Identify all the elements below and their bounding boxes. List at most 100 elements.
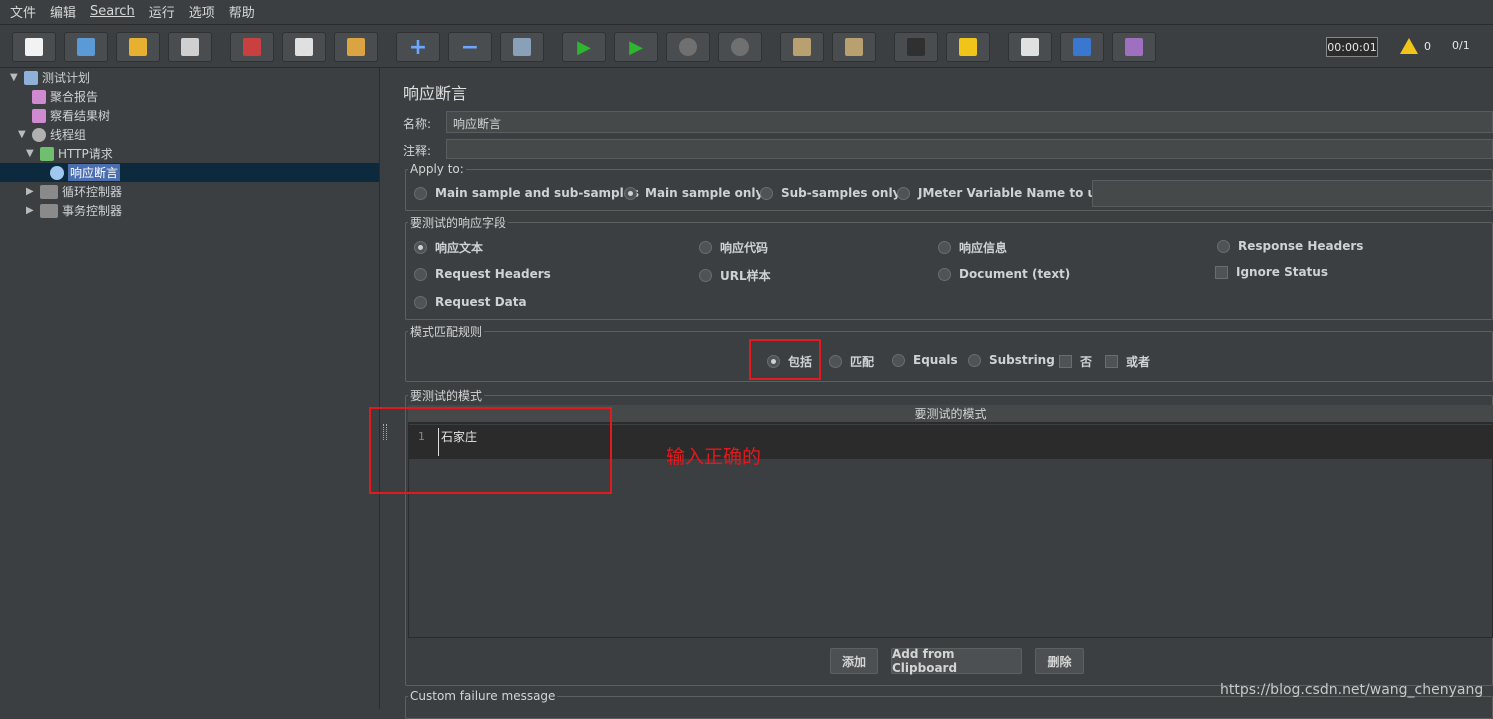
help-button[interactable]: [1060, 32, 1104, 62]
wand-icon: [513, 38, 531, 56]
apply-jmeter-variable-radio[interactable]: JMeter Variable Name to use: [897, 186, 1111, 200]
field-response-headers-radio[interactable]: Response Headers: [1217, 239, 1363, 253]
add-button[interactable]: 添加: [830, 648, 878, 674]
collapsed-arrow-icon[interactable]: ▶: [26, 186, 36, 197]
paste-button[interactable]: [334, 32, 378, 62]
delete-button[interactable]: 删除: [1035, 648, 1084, 674]
remote-button[interactable]: [1112, 32, 1156, 62]
rule-substring-radio[interactable]: Substring: [968, 353, 1055, 367]
field-document-text-radio[interactable]: Document (text): [938, 267, 1070, 281]
tree-node-http-request[interactable]: ▼ HTTP请求: [26, 144, 113, 163]
expand-arrow-icon[interactable]: ▼: [26, 148, 36, 159]
start-no-pause-button[interactable]: ▶: [614, 32, 658, 62]
templates-button[interactable]: [64, 32, 108, 62]
start-button[interactable]: ▶: [562, 32, 606, 62]
shutdown-icon: [731, 38, 749, 56]
report-icon: [32, 108, 46, 123]
copy-button[interactable]: [282, 32, 326, 62]
magnifier-icon: [50, 165, 64, 180]
collapse-button[interactable]: −: [448, 32, 492, 62]
field-response-text-radio[interactable]: 响应文本: [414, 239, 483, 256]
search-button[interactable]: [894, 32, 938, 62]
menu-options[interactable]: 选项: [189, 2, 215, 21]
help-icon: [1073, 38, 1091, 56]
save-button[interactable]: [168, 32, 212, 62]
open-button[interactable]: [116, 32, 160, 62]
warning-count: 0: [1424, 39, 1431, 53]
test-plan-icon: [24, 70, 38, 85]
reset-search-button[interactable]: [946, 32, 990, 62]
toolbar: + − ▶ ▶ 00:00:01 0 0/1: [0, 24, 1493, 68]
play-icon: ▶: [577, 36, 591, 58]
patterns-legend: 要测试的模式: [410, 389, 483, 403]
menu-help[interactable]: 帮助: [229, 2, 255, 21]
elapsed-timer: 00:00:01: [1326, 37, 1378, 57]
highlight-pattern-box: [369, 407, 612, 494]
rule-equals-radio[interactable]: Equals: [892, 353, 958, 367]
controller-icon: [40, 203, 58, 218]
expand-button[interactable]: +: [396, 32, 440, 62]
stop-icon: [679, 38, 697, 56]
tree-node-aggregate-report[interactable]: 聚合报告: [32, 87, 98, 106]
tree-node-loop-controller[interactable]: ▶ 循环控制器: [26, 182, 122, 201]
new-file-icon: [25, 38, 43, 56]
new-button[interactable]: [12, 32, 56, 62]
expand-arrow-icon[interactable]: ▼: [10, 72, 20, 83]
field-request-headers-radio[interactable]: Request Headers: [414, 267, 551, 281]
rule-matches-radio[interactable]: 匹配: [829, 353, 874, 370]
active-threads: 0/1: [1452, 39, 1470, 52]
gear-icon: [32, 127, 46, 142]
function-helper-button[interactable]: [1008, 32, 1052, 62]
name-field[interactable]: 响应断言: [446, 111, 1493, 133]
add-from-clipboard-button[interactable]: Add from Clipboard: [891, 647, 1022, 675]
report-icon: [32, 89, 46, 104]
tree-node-response-assertion[interactable]: 响应断言: [0, 163, 379, 182]
field-response-message-radio[interactable]: 响应信息: [938, 239, 1007, 256]
stop-button[interactable]: [666, 32, 710, 62]
field-url-sample-radio[interactable]: URL样本: [699, 267, 771, 284]
menu-run[interactable]: 运行: [149, 2, 175, 21]
menu-search[interactable]: Search: [90, 4, 135, 19]
broom-icon: [845, 38, 863, 56]
apply-to-legend: Apply to:: [410, 162, 464, 176]
rule-or-checkbox[interactable]: 或者: [1105, 353, 1150, 370]
clear-all-button[interactable]: [832, 32, 876, 62]
collapsed-arrow-icon[interactable]: ▶: [26, 205, 36, 216]
warning-indicator[interactable]: 0: [1400, 38, 1431, 54]
pattern-rules-legend: 模式匹配规则: [410, 325, 483, 339]
tree-node-test-plan[interactable]: ▼ 测试计划: [10, 68, 90, 87]
folder-icon: [129, 38, 147, 56]
annotation-note: 输入正确的: [666, 446, 762, 468]
rule-not-checkbox[interactable]: 否: [1059, 353, 1092, 370]
menu-edit[interactable]: 编辑: [50, 2, 76, 21]
clear-button[interactable]: [780, 32, 824, 62]
name-label: 名称:: [403, 117, 432, 131]
list-icon: [1021, 38, 1039, 56]
tree-node-results-tree[interactable]: 察看结果树: [32, 106, 110, 125]
split-pane-divider[interactable]: [380, 68, 388, 709]
comment-field[interactable]: [446, 139, 1493, 159]
watermark: https://blog.csdn.net/wang_chenyang: [1220, 682, 1484, 698]
controller-icon: [40, 184, 58, 199]
tree-node-transaction-controller[interactable]: ▶ 事务控制器: [26, 201, 122, 220]
apply-main-and-sub-radio[interactable]: Main sample and sub-samples: [414, 186, 639, 200]
jmeter-variable-field[interactable]: [1092, 180, 1493, 207]
scissors-icon: [243, 38, 261, 56]
field-response-code-radio[interactable]: 响应代码: [699, 239, 768, 256]
cut-button[interactable]: [230, 32, 274, 62]
shutdown-button[interactable]: [718, 32, 762, 62]
templates-icon: [77, 38, 95, 56]
assertion-panel: 响应断言 名称: 响应断言 注释: Apply to: Main sample …: [388, 68, 1493, 719]
ignore-status-checkbox[interactable]: Ignore Status: [1215, 265, 1328, 279]
toggle-button[interactable]: [500, 32, 544, 62]
menu-bar: 文件 编辑 Search 运行 选项 帮助: [0, 0, 1493, 22]
tree-node-thread-group[interactable]: ▼ 线程组: [18, 125, 86, 144]
response-field-legend: 要测试的响应字段: [410, 216, 507, 230]
apply-main-only-radio[interactable]: Main sample only: [624, 186, 763, 200]
field-request-data-radio[interactable]: Request Data: [414, 295, 527, 309]
plus-icon: +: [408, 34, 428, 60]
menu-file[interactable]: 文件: [10, 2, 36, 21]
expand-arrow-icon[interactable]: ▼: [18, 129, 28, 140]
apply-sub-only-radio[interactable]: Sub-samples only: [760, 186, 900, 200]
clipboard-icon: [347, 38, 365, 56]
